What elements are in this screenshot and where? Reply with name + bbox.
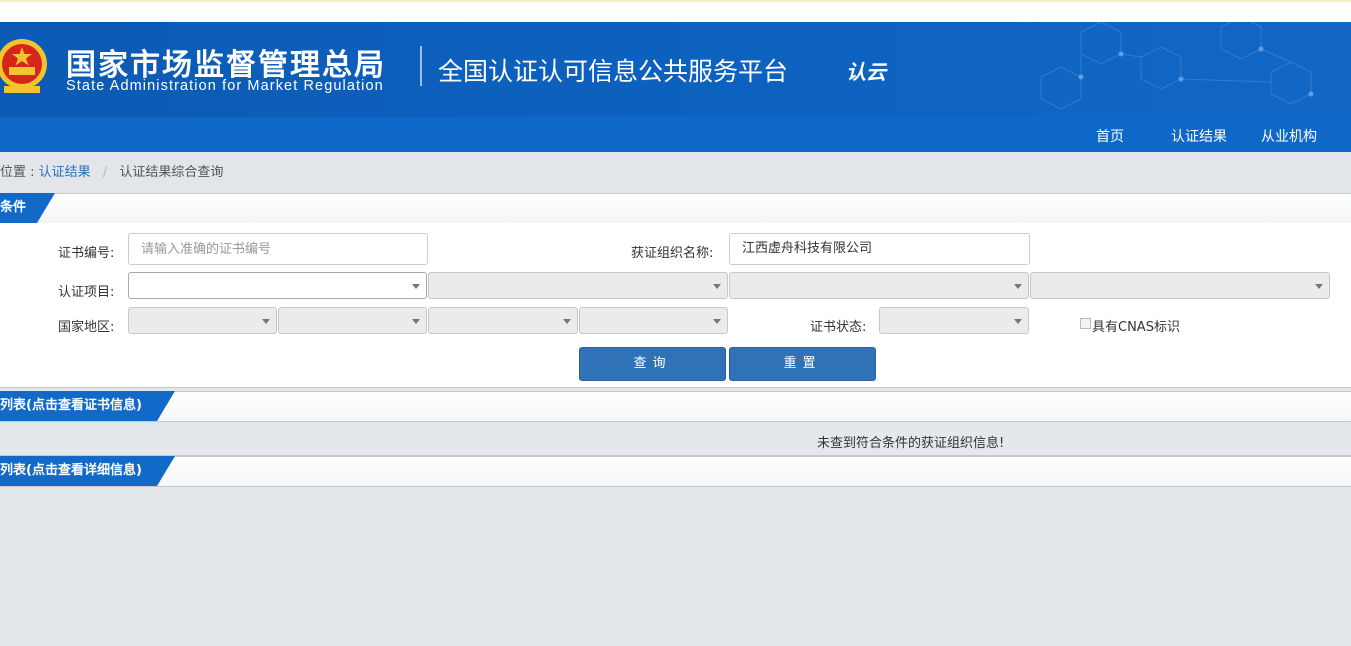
chevron-down-icon bbox=[1315, 284, 1323, 289]
chevron-down-icon bbox=[713, 284, 721, 289]
cert-list-section-header: 列表(点击查看证书信息) bbox=[0, 391, 1351, 422]
nav-item-institutions[interactable]: 从业机构 bbox=[1261, 126, 1317, 146]
chevron-down-icon bbox=[412, 284, 420, 289]
nav-item-cert-results[interactable]: 认证结果 bbox=[1171, 126, 1227, 146]
chevron-down-icon bbox=[1014, 319, 1022, 324]
cert-project-select-2[interactable] bbox=[428, 272, 728, 299]
region-select-4[interactable] bbox=[579, 307, 728, 334]
cert-project-select-4[interactable] bbox=[1030, 272, 1330, 299]
chevron-down-icon bbox=[563, 319, 571, 324]
chevron-down-icon bbox=[1014, 284, 1022, 289]
reset-button[interactable]: 重置 bbox=[729, 347, 876, 381]
chevron-down-icon bbox=[412, 319, 420, 324]
detail-list-section-title: 列表(点击查看详细信息) bbox=[0, 456, 175, 486]
conditions-section-title: 条件 bbox=[0, 193, 55, 223]
cert-project-select-1[interactable] bbox=[128, 272, 427, 299]
platform-title: 全国认证认可信息公共服务平台 bbox=[438, 57, 789, 86]
chevron-down-icon bbox=[713, 319, 721, 324]
cert-no-input[interactable] bbox=[128, 233, 428, 265]
org-name-label: 获证组织名称: bbox=[631, 246, 714, 261]
cert-project-select-3[interactable] bbox=[729, 272, 1029, 299]
agency-name-en: State Administration for Market Regulati… bbox=[66, 78, 384, 94]
top-bar bbox=[0, 2, 1351, 22]
national-emblem-icon bbox=[0, 39, 47, 93]
cert-status-label: 证书状态: bbox=[810, 320, 867, 335]
nav-bar: 首页 认证结果 从业机构 bbox=[0, 117, 1351, 152]
header-banner: 国家市场监督管理总局 State Administration for Mark… bbox=[0, 22, 1351, 117]
detail-list-section-header: 列表(点击查看详细信息) bbox=[0, 456, 1351, 487]
cert-no-label: 证书编号: bbox=[58, 246, 115, 261]
conditions-section-header: 条件 bbox=[0, 193, 1351, 224]
chevron-down-icon bbox=[262, 319, 270, 324]
cnas-checkbox[interactable] bbox=[1080, 318, 1091, 329]
region-select-2[interactable] bbox=[278, 307, 427, 334]
search-button[interactable]: 查询 bbox=[579, 347, 726, 381]
nav-item-home[interactable]: 首页 bbox=[1096, 126, 1124, 146]
breadcrumb-prefix: 位置 : bbox=[0, 165, 35, 180]
platform-logo: 认云 bbox=[846, 60, 886, 84]
empty-result-message: 未查到符合条件的获证组织信息! bbox=[817, 436, 1005, 451]
breadcrumb-link-cert-results[interactable]: 认证结果 bbox=[39, 165, 91, 180]
cnas-label: 具有CNAS标识 bbox=[1092, 320, 1180, 335]
hexagon-network-decoration bbox=[1040, 22, 1314, 110]
region-select-3[interactable] bbox=[428, 307, 578, 334]
region-label: 国家地区: bbox=[58, 320, 115, 335]
cert-project-label: 认证项目: bbox=[58, 285, 115, 300]
search-form: 证书编号: 获证组织名称: 江西虚舟科技有限公司 认证项目: 国家地区: 证书状… bbox=[0, 223, 1351, 388]
cert-list-empty-row: 未查到符合条件的获证组织信息! bbox=[0, 427, 1351, 456]
cert-list-section-title: 列表(点击查看证书信息) bbox=[0, 391, 175, 421]
region-select-1[interactable] bbox=[128, 307, 277, 334]
breadcrumb-separator: / bbox=[102, 165, 108, 180]
breadcrumb-current: 认证结果综合查询 bbox=[119, 165, 224, 180]
cert-status-select[interactable] bbox=[879, 307, 1029, 334]
header-divider bbox=[420, 46, 422, 86]
breadcrumb: 位置 : 认证结果 / 认证结果综合查询 bbox=[0, 161, 223, 180]
org-name-input[interactable]: 江西虚舟科技有限公司 bbox=[729, 233, 1030, 265]
